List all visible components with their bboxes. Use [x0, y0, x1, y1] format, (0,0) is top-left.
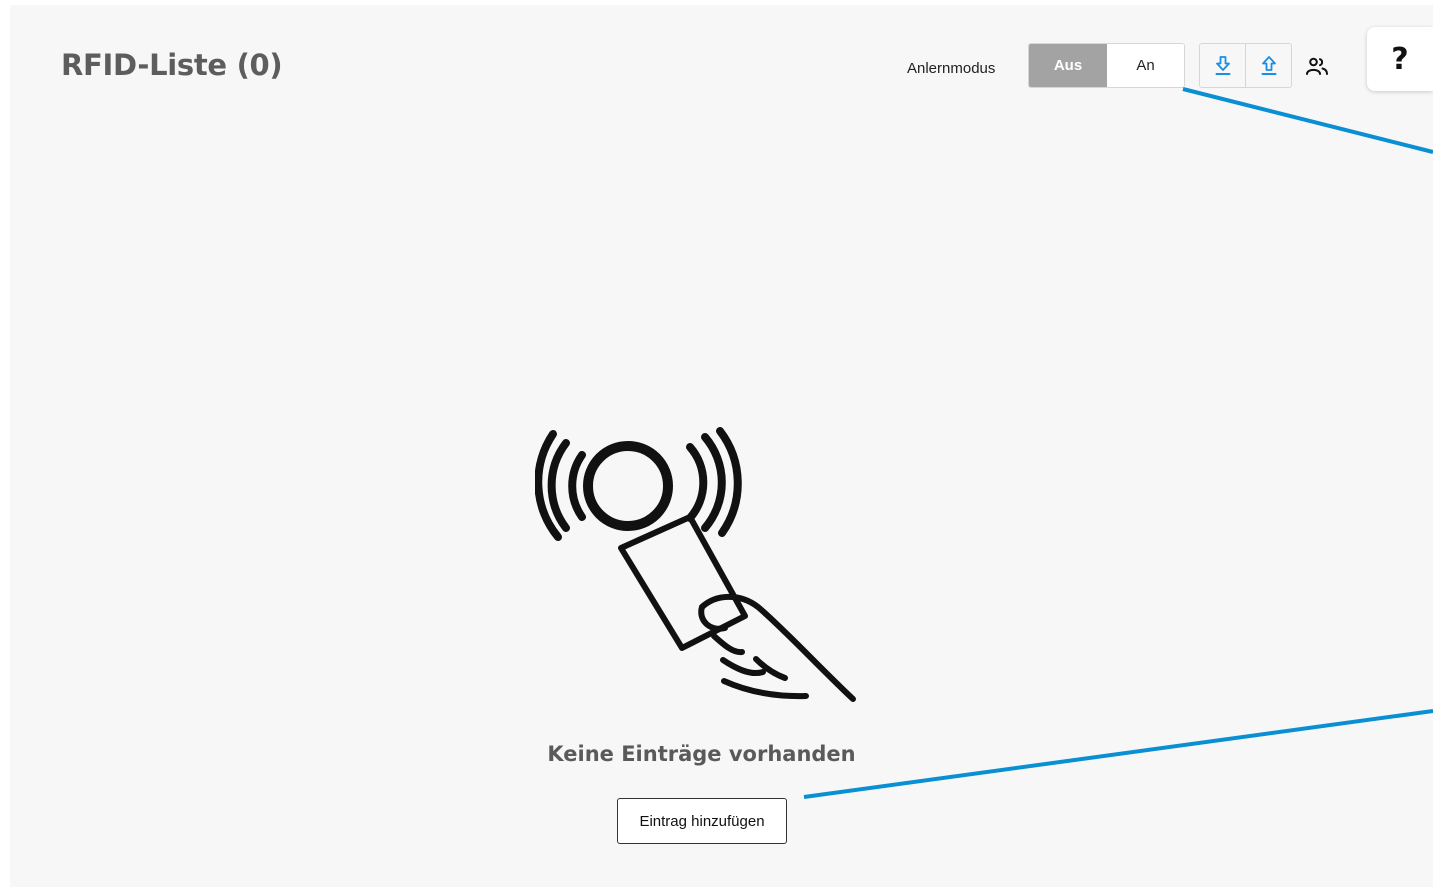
hand-holding-rfid-card-icon — [535, 427, 856, 702]
users-button[interactable] — [1302, 54, 1332, 80]
upload-button[interactable] — [1245, 44, 1291, 87]
learn-mode-on-option[interactable]: An — [1107, 44, 1184, 87]
help-button[interactable]: ? — [1367, 27, 1433, 91]
import-export-group — [1199, 43, 1292, 88]
learn-mode-off-option[interactable]: Aus — [1029, 44, 1107, 87]
learn-mode-toggle[interactable]: Aus An — [1028, 43, 1185, 88]
download-button[interactable] — [1200, 44, 1245, 87]
download-arrow-icon — [1215, 55, 1230, 75]
learn-mode-label: Anlernmodus — [907, 60, 996, 77]
page-title: RFID-Liste (0) — [61, 48, 283, 82]
upload-arrow-icon — [1261, 55, 1276, 75]
help-icon: ? — [1391, 41, 1409, 77]
users-icon — [1306, 57, 1328, 75]
add-entry-button[interactable]: Eintrag hinzufügen — [617, 798, 787, 844]
empty-state-message: Keine Einträge vorhanden — [547, 742, 856, 766]
